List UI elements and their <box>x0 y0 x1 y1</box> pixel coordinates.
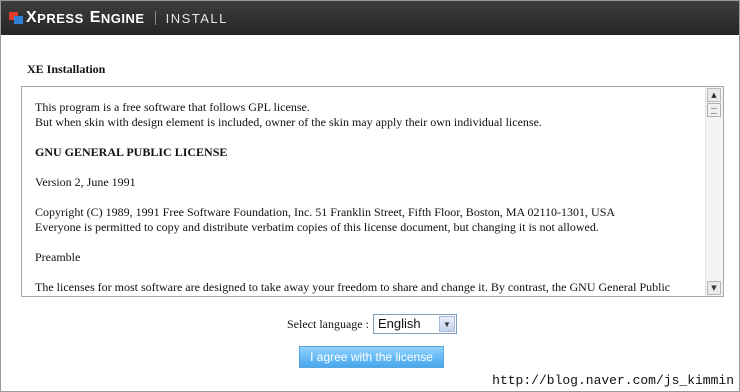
logo-letter-e: E <box>89 9 101 26</box>
language-select[interactable]: English ▼ <box>372 314 457 334</box>
logo-letter-x: X <box>26 9 38 26</box>
license-copyright: Copyright (C) 1989, 1991 Free Software F… <box>35 205 616 234</box>
blog-watermark: http://blog.naver.com/js_kimmin <box>492 373 734 388</box>
page-title: XE Installation <box>27 62 106 76</box>
header-divider <box>154 11 156 25</box>
license-heading: GNU GENERAL PUBLIC LICENSE <box>35 145 228 159</box>
logo-word-press: PRESS <box>37 10 84 26</box>
license-line: The licenses for most software are desig… <box>35 280 671 294</box>
license-textarea[interactable]: This program is a free software that fol… <box>21 86 724 297</box>
license-line: This program is a free software that fol… <box>35 100 542 129</box>
license-preamble: Preamble <box>35 250 81 264</box>
license-scrollbar[interactable]: ▲ ▼ <box>705 87 723 296</box>
license-version: Version 2, June 1991 <box>35 175 136 189</box>
xpress-engine-logo: X PRESS E NGINE <box>9 9 145 27</box>
chevron-down-icon[interactable]: ▼ <box>438 316 455 332</box>
header-bar: X PRESS E NGINE INSTALL <box>1 1 739 35</box>
scroll-up-icon[interactable]: ▲ <box>707 88 721 102</box>
logo-mark-icon <box>9 12 23 24</box>
scroll-down-icon[interactable]: ▼ <box>707 281 721 295</box>
license-text: This program is a free software that fol… <box>35 100 700 296</box>
scroll-thumb[interactable] <box>707 103 721 117</box>
install-label: INSTALL <box>165 10 228 26</box>
agree-license-button[interactable]: I agree with the license <box>299 346 444 368</box>
logo-word-ngine: NGINE <box>100 10 145 26</box>
language-selected-value: English <box>377 316 421 331</box>
language-row: Select language : English ▼ <box>287 314 457 334</box>
language-label: Select language : <box>287 316 369 331</box>
